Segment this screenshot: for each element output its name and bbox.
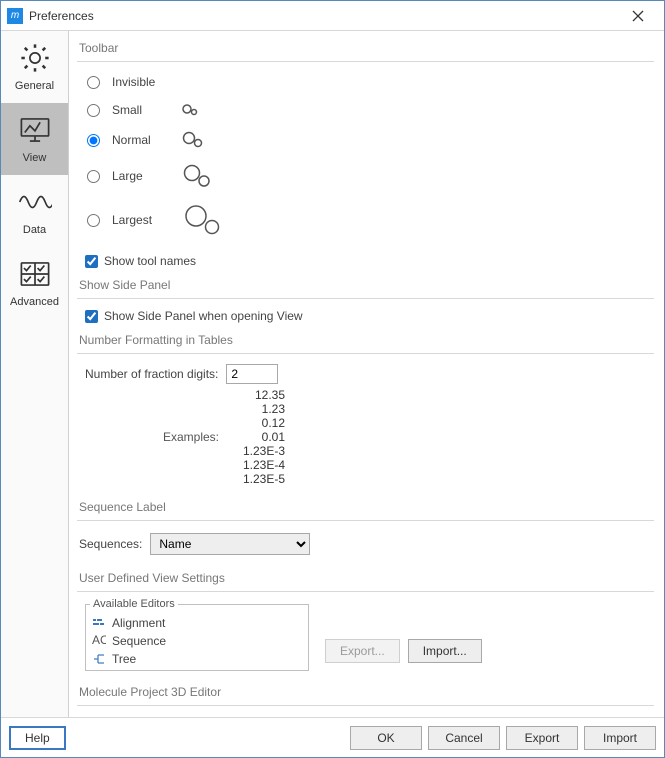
ok-button[interactable]: OK: [350, 726, 422, 750]
radio-label: Large: [112, 169, 172, 183]
sequence-icon: ACG: [92, 635, 106, 647]
sequences-select[interactable]: Name: [150, 533, 310, 555]
radio-input[interactable]: [87, 76, 100, 89]
tree-icon: [92, 653, 106, 665]
available-editors-group: Available Editors Alignment ACG Sequence…: [85, 598, 309, 671]
gears-largest-icon: [180, 199, 224, 242]
gears-normal-icon: [180, 128, 206, 153]
fraction-digits-label: Number of fraction digits:: [85, 367, 218, 381]
cancel-button[interactable]: Cancel: [428, 726, 500, 750]
titlebar: m Preferences: [1, 1, 664, 31]
radio-label: Invisible: [112, 75, 155, 89]
editor-item-sequence[interactable]: ACG Sequence: [90, 632, 304, 650]
example-value: 12.35: [225, 388, 285, 402]
alignment-icon: [92, 617, 106, 629]
radio-label: Small: [112, 103, 172, 117]
example-value: 1.23E-4: [225, 458, 285, 472]
checkbox-show-side-panel[interactable]: Show Side Panel when opening View: [85, 305, 654, 327]
radio-label: Largest: [112, 213, 172, 227]
window-close-button[interactable]: [618, 2, 658, 30]
help-button[interactable]: Help: [9, 726, 66, 750]
example-value: 0.01: [225, 430, 285, 444]
gears-small-icon: [180, 101, 200, 120]
app-icon: m: [7, 8, 23, 24]
sidebar-item-label: Advanced: [10, 296, 59, 308]
udvs-import-button[interactable]: Import...: [408, 639, 482, 663]
sequences-label: Sequences:: [79, 537, 142, 551]
sidebar-item-data[interactable]: Data: [1, 175, 68, 247]
content-pane: Toolbar Invisible Small Normal: [69, 31, 664, 717]
footer-import-button[interactable]: Import: [584, 726, 656, 750]
sidebar-item-label: General: [15, 80, 54, 92]
editor-item-label: Sequence: [112, 634, 166, 648]
radio-toolbar-invisible[interactable]: Invisible: [85, 68, 654, 96]
example-value: 0.12: [225, 416, 285, 430]
sidebar-item-label: View: [23, 152, 47, 164]
monitor-chart-icon: [18, 115, 52, 148]
section-title-seqlabel: Sequence Label: [79, 494, 654, 518]
sidebar-item-advanced[interactable]: Advanced: [1, 247, 68, 319]
radio-input[interactable]: [87, 104, 100, 117]
section-title-numfmt: Number Formatting in Tables: [79, 327, 654, 351]
footer-export-button[interactable]: Export: [506, 726, 578, 750]
checkbox-input[interactable]: [85, 255, 98, 268]
sidebar: General View Data Advanced: [1, 31, 69, 717]
editor-item-tree[interactable]: Tree: [90, 650, 304, 668]
window-title: Preferences: [29, 9, 94, 23]
example-value: 1.23E-3: [225, 444, 285, 458]
gear-icon: [18, 43, 52, 76]
fraction-digits-input[interactable]: [226, 364, 278, 384]
radio-input[interactable]: [87, 170, 100, 183]
examples-block: 12.35 1.23 0.12 Examples: 0.01 1.23E-3 1…: [85, 388, 654, 486]
section-title-toolbar: Toolbar: [79, 35, 654, 59]
radio-label: Normal: [112, 133, 172, 147]
preferences-window: { "window": { "title": "Preferences" }, …: [0, 0, 665, 758]
sidebar-item-general[interactable]: General: [1, 31, 68, 103]
available-editors-legend: Available Editors: [90, 598, 178, 610]
checkbox-label: Show tool names: [104, 254, 196, 268]
close-icon: [632, 10, 644, 22]
grid-checkbox-icon: [18, 259, 52, 292]
radio-toolbar-small[interactable]: Small: [85, 96, 654, 124]
examples-label: Examples:: [85, 430, 225, 444]
example-value: 1.23: [225, 402, 285, 416]
udvs-export-button: Export...: [325, 639, 400, 663]
sidebar-item-label: Data: [23, 224, 46, 236]
sidebar-item-view[interactable]: View: [1, 103, 68, 175]
editor-item-alignment[interactable]: Alignment: [90, 614, 304, 632]
example-value: 1.23E-5: [225, 472, 285, 486]
radio-toolbar-normal[interactable]: Normal: [85, 124, 654, 156]
checkbox-input[interactable]: [85, 310, 98, 323]
dialog-footer: Help OK Cancel Export Import: [1, 717, 664, 757]
waveform-icon: [18, 187, 52, 220]
checkbox-show-tool-names[interactable]: Show tool names: [85, 250, 654, 272]
editor-item-label: Alignment: [112, 616, 165, 630]
gears-large-icon: [180, 160, 214, 193]
editor-item-label: Tree: [112, 652, 136, 666]
radio-toolbar-large[interactable]: Large: [85, 156, 654, 196]
section-title-sidepanel: Show Side Panel: [79, 272, 654, 296]
section-title-mp3d: Molecule Project 3D Editor: [79, 679, 654, 703]
svg-text:ACG: ACG: [92, 635, 106, 647]
checkbox-label: Show Side Panel when opening View: [104, 309, 303, 323]
radio-input[interactable]: [87, 134, 100, 147]
radio-input[interactable]: [87, 214, 100, 227]
section-title-udvs: User Defined View Settings: [79, 565, 654, 589]
radio-toolbar-largest[interactable]: Largest: [85, 196, 654, 244]
